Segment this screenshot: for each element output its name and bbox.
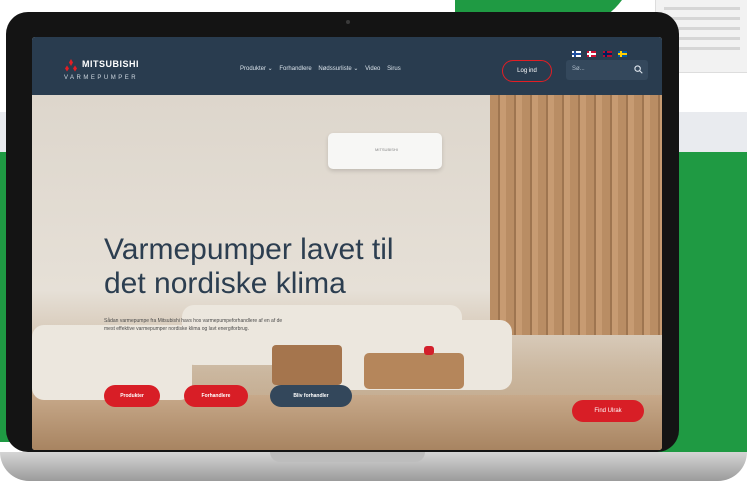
login-button[interactable]: Log ind [502,60,552,82]
site-header: MITSUBISHI VARMEPUMPER Produkter ⌄ Forha… [32,37,662,95]
main-menu: Produkter ⌄ Forhandlere Nødssurliste ⌄ V… [240,65,406,72]
flag-denmark-icon[interactable] [587,51,597,57]
become-dealer-button[interactable]: Bliv forhandler [270,385,352,407]
ac-brand-label: MITSUBISHI [375,147,398,152]
coffee-table-large [364,353,464,389]
search-placeholder: Sø... [572,66,585,72]
camera-icon [346,20,350,24]
find-dealer-button[interactable]: Find Ulrak [572,400,644,422]
red-vase [424,346,434,355]
wood-wall-panel [490,95,662,335]
air-conditioner-image: MITSUBISHI [328,133,442,169]
search-field[interactable]: Sø... [566,60,648,80]
search-icon[interactable] [634,65,643,74]
flag-norway-icon[interactable] [602,51,612,57]
menu-item-sirus[interactable]: Sirus [387,66,401,72]
coffee-table-small [272,345,342,385]
menu-item-video[interactable]: Video [365,66,380,72]
laptop-notch [270,452,425,462]
headline-line-2: det nordiske klima [104,267,346,300]
laptop-screen: MITSUBISHI VARMEPUMPER Produkter ⌄ Forha… [32,37,662,450]
flag-finland-icon[interactable] [572,51,581,57]
flag-sweden-icon[interactable] [618,51,628,57]
menu-item-produkter[interactable]: Produkter ⌄ [240,66,273,72]
hero-headline: Varmepumper lavet til det nordiske klima [104,233,394,301]
hero-section: MITSUBISHI Varmepumper lavet til det nor… [32,95,662,450]
hero-description: Sådan varmepumpe fra Mitsubishi havs hos… [104,318,283,332]
menu-item-nodssurliste[interactable]: Nødssurliste ⌄ [318,66,358,72]
diamonds-logo-icon [65,59,77,72]
menu-item-forhandlere[interactable]: Forhandlere [279,66,311,72]
brand-subtitle: VARMEPUMPER [64,75,139,81]
headline-line-1: Varmepumper lavet til [104,233,394,266]
dealers-button[interactable]: Forhandlere [184,385,248,407]
brand-name: MITSUBISHI [82,59,140,69]
products-button[interactable]: Produkter [104,385,160,407]
